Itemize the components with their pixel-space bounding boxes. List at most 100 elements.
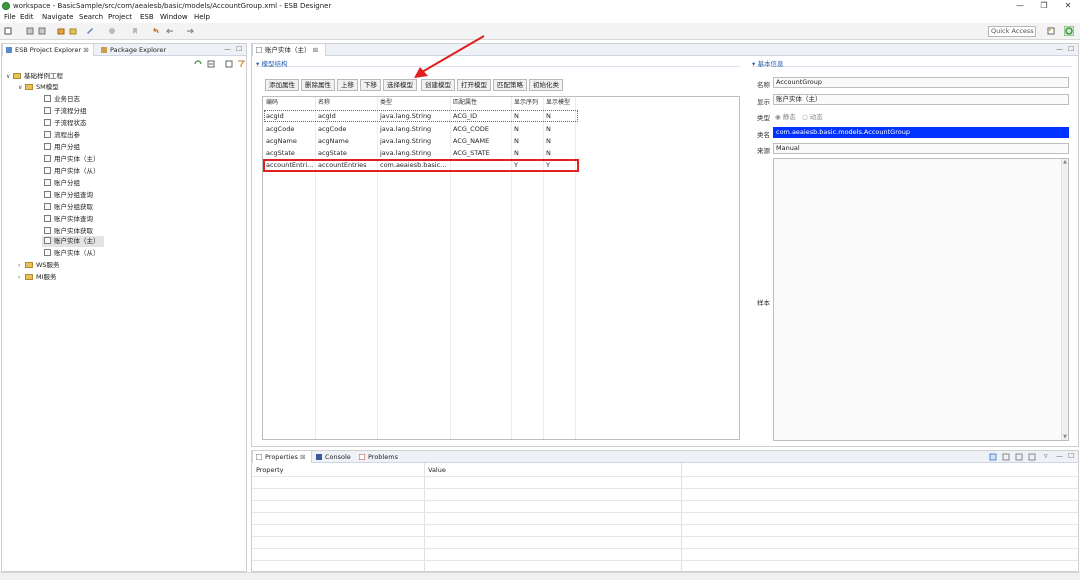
init-class-button[interactable]: 初始化类	[529, 79, 563, 91]
forward-icon[interactable]	[186, 27, 194, 35]
add-attribute-button[interactable]: 添加属性	[265, 79, 299, 91]
menu-edit[interactable]: Edit	[20, 13, 34, 21]
column-header-type[interactable]: 类型	[378, 97, 392, 108]
source-field[interactable]: Manual	[773, 143, 1069, 154]
column-header-show-model[interactable]: 显示模型	[544, 97, 570, 108]
column-header-show-seq[interactable]: 显示序列	[512, 97, 538, 108]
model-structure-header[interactable]: ▾ 模型结构	[256, 58, 740, 68]
restore-default-icon[interactable]	[1028, 453, 1036, 461]
tree-item[interactable]: 用户实体（主）	[44, 154, 100, 165]
package-icon[interactable]	[57, 27, 65, 35]
tree-sm-folder[interactable]: ∨ SM模型	[18, 82, 59, 93]
save-all-icon[interactable]	[38, 27, 46, 35]
esb-perspective-icon[interactable]	[1064, 26, 1074, 36]
sync-icon[interactable]	[194, 60, 202, 68]
tree-item[interactable]: 子流程状态	[44, 118, 87, 129]
column-header-match[interactable]: 匹配属性	[451, 97, 477, 108]
menu-help[interactable]: Help	[194, 13, 210, 21]
collapse-all-icon[interactable]	[207, 60, 215, 68]
menu-search[interactable]: Search	[79, 13, 103, 21]
menu-navigate[interactable]: Navigate	[42, 13, 73, 21]
menu-esb[interactable]: ESB	[140, 13, 154, 21]
tab-console[interactable]: Console	[313, 451, 357, 463]
tree-item[interactable]: 子流程分组	[44, 106, 87, 117]
categories-icon[interactable]	[1002, 453, 1010, 461]
sample-textarea[interactable]: ▲ ▼	[773, 158, 1069, 441]
run-icon[interactable]	[86, 27, 94, 35]
minimize-button[interactable]: —	[1010, 1, 1030, 11]
menu-project[interactable]: Project	[108, 13, 132, 21]
column-header-name[interactable]: 名称	[316, 97, 330, 108]
table-cell: acgName	[266, 137, 297, 145]
table-cell: accountEntri...	[266, 161, 314, 169]
tree-item[interactable]: 业务日志	[44, 94, 80, 105]
minimize-view-icon[interactable]: —	[1056, 452, 1063, 460]
menu-window[interactable]: Window	[160, 13, 188, 21]
back-icon[interactable]	[166, 27, 174, 35]
minimize-editor-icon[interactable]: —	[1056, 45, 1063, 53]
explorer-tab-icon	[6, 47, 12, 53]
expand-toggle-icon[interactable]: ›	[18, 260, 25, 271]
property-column-header[interactable]: Property	[256, 466, 284, 474]
tree-item[interactable]: 流程出参	[44, 130, 80, 141]
tree-project-node[interactable]: ∨ 基础样例工程	[6, 71, 63, 82]
main-toolbar: Quick Access	[0, 23, 1080, 40]
delete-attribute-button[interactable]: 删除属性	[301, 79, 335, 91]
collapse-toggle-icon[interactable]: ∨	[18, 82, 25, 93]
tab-account-entity-editor[interactable]: 账户实体（主） ⊠	[252, 44, 326, 56]
maximize-view-icon[interactable]: ☐	[236, 45, 242, 53]
tree-item[interactable]: 账户实体查询	[44, 214, 93, 225]
open-perspective-icon[interactable]	[1047, 27, 1055, 35]
basic-info-header[interactable]: ▾ 基本信息	[752, 58, 1072, 68]
table-cell: Y	[514, 161, 518, 169]
pin-icon[interactable]	[989, 453, 997, 461]
tab-package-explorer[interactable]: Package Explorer	[98, 44, 178, 56]
tree-item[interactable]: 用户分组	[44, 142, 80, 153]
menu-file[interactable]: File	[4, 13, 16, 21]
type-dynamic-radio[interactable]: ○ 动态	[802, 111, 823, 121]
view-menu-icon[interactable]: ▿	[1044, 452, 1048, 460]
filter-icon[interactable]	[237, 60, 245, 68]
tree-mi-folder[interactable]: › MI服务	[18, 272, 57, 283]
restore-button[interactable]: ❐	[1034, 1, 1054, 11]
match-strategy-button[interactable]: 匹配策略	[493, 79, 527, 91]
type-static-radio[interactable]: ◉ 静态	[775, 111, 796, 121]
save-icon[interactable]	[26, 27, 34, 35]
tree-item-selected[interactable]: 账户实体（主）	[42, 236, 104, 247]
view-menu-icon[interactable]	[225, 60, 233, 68]
debug-icon[interactable]	[108, 27, 116, 35]
tree-item[interactable]: 账户分组	[44, 178, 80, 189]
name-field[interactable]: AccountGroup	[773, 77, 1069, 88]
tree-ws-folder[interactable]: › WS服务	[18, 260, 60, 271]
tree-item[interactable]: 账户实体（从）	[44, 248, 100, 259]
tree-item[interactable]: 账户分组获取	[44, 202, 93, 213]
new-icon[interactable]	[4, 27, 12, 35]
tree-item[interactable]: 用户实体（从）	[44, 166, 100, 177]
tab-properties[interactable]: Properties ⊠	[252, 451, 312, 463]
move-up-button[interactable]: 上移	[337, 79, 358, 91]
property-row-line	[252, 500, 1078, 501]
sample-scrollbar[interactable]	[1061, 159, 1068, 440]
maximize-view-icon[interactable]: ☐	[1068, 452, 1074, 460]
explorer-tab-bar: ESB Project Explorer ⊠ Package Explorer …	[2, 44, 246, 56]
maximize-editor-icon[interactable]: ☐	[1068, 45, 1074, 53]
scroll-down-icon[interactable]: ▼	[1063, 434, 1067, 440]
scroll-up-icon[interactable]: ▲	[1063, 159, 1067, 165]
tree-item[interactable]: 账户分组查询	[44, 190, 93, 201]
move-down-button[interactable]: 下移	[360, 79, 381, 91]
tab-esb-project-explorer[interactable]: ESB Project Explorer ⊠	[2, 44, 94, 56]
tab-problems[interactable]: Problems	[356, 451, 404, 463]
value-column-header[interactable]: Value	[428, 466, 446, 474]
minimize-view-icon[interactable]: —	[224, 45, 231, 53]
display-field[interactable]: 账户实体（主）	[773, 94, 1069, 105]
quick-access-input[interactable]: Quick Access	[988, 26, 1036, 37]
folder-open-icon[interactable]	[69, 27, 77, 35]
expand-toggle-icon[interactable]: ›	[18, 272, 25, 283]
collapse-toggle-icon[interactable]: ∨	[6, 71, 13, 82]
annotation-icon[interactable]	[131, 27, 139, 35]
class-name-field[interactable]: com.aeaiesb.basic.models.AccountGroup	[773, 127, 1069, 138]
undo-icon[interactable]	[152, 27, 160, 35]
filter-advanced-icon[interactable]	[1015, 453, 1023, 461]
close-button[interactable]: ✕	[1058, 1, 1078, 11]
column-header-code[interactable]: 编码	[264, 97, 278, 108]
